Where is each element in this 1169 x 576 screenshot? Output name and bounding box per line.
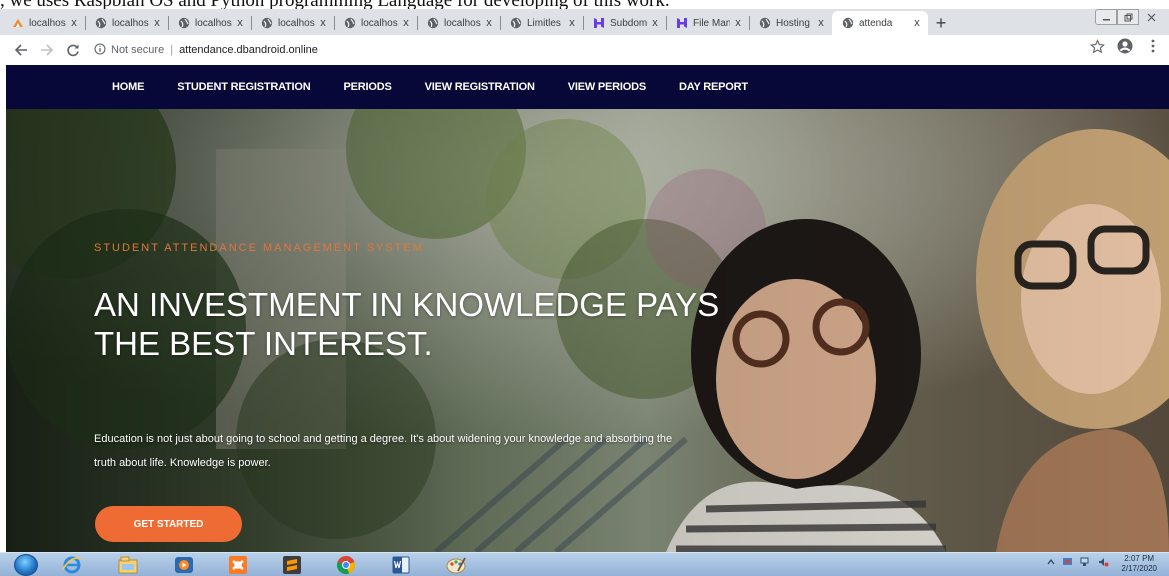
info-icon[interactable] xyxy=(94,42,106,58)
hero-description: Education is not just about going to sch… xyxy=(94,433,673,469)
close-icon[interactable]: x xyxy=(733,17,743,29)
close-icon[interactable]: x xyxy=(484,17,494,29)
restore-icon[interactable] xyxy=(1117,9,1139,25)
hostinger-icon xyxy=(676,17,688,29)
nav-link-student-registration[interactable]: STUDENT REGISTRATION xyxy=(177,81,310,93)
tab-title: localhos xyxy=(29,17,66,29)
volume-icon[interactable] xyxy=(1098,557,1109,569)
security-label: Not secure xyxy=(111,44,165,56)
taskbar-clock[interactable]: 2:07 PM 2/17/2020 xyxy=(1121,554,1157,574)
nav-link-view-registration[interactable]: VIEW REGISTRATION xyxy=(425,81,535,93)
site-navigation: HOME STUDENT REGISTRATION PERIODS VIEW R… xyxy=(6,65,1169,109)
globe-icon xyxy=(344,17,356,29)
tray-expand-icon[interactable] xyxy=(1047,558,1055,568)
close-window-icon[interactable] xyxy=(1139,9,1163,25)
close-icon[interactable]: x xyxy=(567,17,577,29)
toolbar-actions xyxy=(1087,38,1163,58)
close-icon[interactable]: x xyxy=(318,17,328,29)
tab-title: localhos xyxy=(278,17,315,29)
flag-icon[interactable] xyxy=(1062,557,1073,569)
star-bookmark-icon[interactable] xyxy=(1087,38,1107,58)
forward-arrow-icon[interactable] xyxy=(34,37,60,63)
browser-tab[interactable]: localhos x xyxy=(2,11,85,35)
globe-icon xyxy=(261,17,273,29)
globe-icon xyxy=(510,17,522,29)
sublime-icon[interactable] xyxy=(276,554,308,576)
nav-link-periods[interactable]: PERIODS xyxy=(344,81,392,93)
tab-title: localhos xyxy=(444,17,481,29)
close-icon[interactable]: x xyxy=(650,17,660,29)
browser-tab[interactable]: localhos x xyxy=(334,11,417,35)
windows-taskbar: 2:07 PM 2/17/2020 xyxy=(0,552,1169,576)
tab-title: attenda xyxy=(859,17,893,29)
globe-icon xyxy=(95,17,107,29)
browser-tab[interactable]: localhos x xyxy=(168,11,251,35)
browser-tab[interactable]: localhos x xyxy=(251,11,334,35)
hero-section: STUDENT ATTENDANCE MANAGEMENT SYSTEM AN … xyxy=(6,109,1169,552)
word-icon[interactable] xyxy=(385,554,417,576)
tab-title: Hosting xyxy=(776,17,810,29)
close-icon[interactable]: x xyxy=(401,17,411,29)
globe-icon xyxy=(759,17,771,29)
hero-title: AN INVESTMENT IN KNOWLEDGE PAYS THE BEST… xyxy=(94,286,720,362)
reload-icon[interactable] xyxy=(60,37,86,63)
get-started-button[interactable]: GET STARTED xyxy=(95,506,242,542)
tab-title: File Man xyxy=(693,17,730,29)
explorer-icon[interactable] xyxy=(112,554,144,576)
browser-tab-active[interactable]: attenda x xyxy=(832,11,928,35)
xampp-icon xyxy=(12,17,24,29)
browser-tab[interactable]: localhos x xyxy=(85,11,168,35)
media-player-icon[interactable] xyxy=(168,554,200,576)
tab-title: localhos xyxy=(112,17,149,29)
hostinger-icon xyxy=(593,17,605,29)
tab-title: localhos xyxy=(195,17,232,29)
globe-icon xyxy=(178,17,190,29)
document-text-line: , we uses Raspbian OS and Python program… xyxy=(0,0,1169,9)
clock-date: 2/17/2020 xyxy=(1121,564,1157,573)
tab-title: Limitles xyxy=(527,17,561,29)
browser-tab[interactable]: File Man x xyxy=(666,11,749,35)
nav-link-day-report[interactable]: DAY REPORT xyxy=(679,81,748,93)
network-icon[interactable] xyxy=(1080,557,1091,569)
browser-tab[interactable]: Hosting x xyxy=(749,11,832,35)
url-text[interactable]: attendance.dbandroid.online xyxy=(179,44,318,56)
close-icon[interactable]: x xyxy=(69,17,79,29)
back-arrow-icon[interactable] xyxy=(8,37,34,63)
browser-toolbar: Not secure | attendance.dbandroid.online xyxy=(0,35,1169,65)
account-icon[interactable] xyxy=(1115,38,1135,58)
address-separator: | xyxy=(170,44,174,56)
clock-time: 2:07 PM xyxy=(1124,554,1155,563)
tab-title: localhos xyxy=(361,17,398,29)
browser-tab-strip: localhos x localhos x localhos x localho… xyxy=(0,9,1169,35)
close-icon[interactable]: x xyxy=(816,17,826,29)
close-icon[interactable]: x xyxy=(152,17,162,29)
globe-icon xyxy=(842,17,854,29)
tab-title: Subdom xyxy=(610,17,647,29)
browser-tab[interactable]: Subdom x xyxy=(583,11,666,35)
hero-kicker: STUDENT ATTENDANCE MANAGEMENT SYSTEM xyxy=(94,242,424,254)
browser-tab[interactable]: localhos x xyxy=(417,11,500,35)
nav-link-home[interactable]: HOME xyxy=(112,81,144,93)
xampp-icon[interactable] xyxy=(222,554,254,576)
more-menu-icon[interactable] xyxy=(1143,39,1163,57)
nav-link-view-periods[interactable]: VIEW PERIODS xyxy=(568,81,646,93)
window-controls xyxy=(1095,9,1163,25)
globe-icon xyxy=(427,17,439,29)
browser-tab[interactable]: Limitles x xyxy=(500,11,583,35)
new-tab-button[interactable]: + xyxy=(928,11,954,35)
chrome-icon[interactable] xyxy=(330,554,362,576)
system-tray xyxy=(1047,557,1109,569)
close-icon[interactable]: x xyxy=(235,17,245,29)
ie-icon[interactable] xyxy=(56,554,88,576)
close-icon[interactable]: x xyxy=(912,17,922,29)
paint-icon[interactable] xyxy=(440,554,472,576)
address-bar[interactable]: Not secure | attendance.dbandroid.online xyxy=(94,38,1144,62)
windows-start-icon[interactable] xyxy=(14,554,38,576)
minimize-icon[interactable] xyxy=(1095,9,1117,25)
